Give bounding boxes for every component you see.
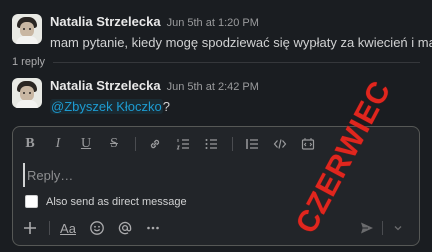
message-timestamp[interactable]: Jun 5th at 2:42 PM: [167, 79, 259, 95]
divider: [53, 61, 420, 63]
composer-actions: Aa: [21, 217, 411, 239]
send-icon[interactable]: [358, 219, 376, 237]
reply-input[interactable]: [23, 163, 407, 187]
strikethrough-icon[interactable]: S: [107, 136, 121, 151]
blockquote-icon[interactable]: [245, 137, 259, 151]
reply-count: 1 reply: [12, 56, 46, 68]
actions-divider: [49, 221, 50, 235]
bulleted-list-icon[interactable]: [204, 137, 218, 151]
toolbar-divider: [135, 137, 136, 151]
message-text: @Zbyszek Kłoczko?: [50, 99, 259, 115]
plus-icon[interactable]: [21, 219, 39, 237]
message-text: mam pytanie, kiedy mogę spodziewać się w…: [50, 35, 432, 50]
dm-checkbox-label[interactable]: Also send as direct message: [46, 196, 187, 208]
message: Natalia Strzelecka Jun 5th at 1:20 PM ma…: [12, 14, 432, 51]
link-icon[interactable]: [148, 137, 162, 151]
underline-icon[interactable]: U: [79, 136, 93, 151]
ordered-list-icon[interactable]: [176, 137, 190, 151]
italic-icon[interactable]: I: [51, 136, 65, 151]
message: Natalia Strzelecka Jun 5th at 2:42 PM @Z…: [12, 78, 259, 115]
bold-icon[interactable]: B: [23, 136, 37, 151]
send-controls: [358, 217, 407, 239]
message-body: Natalia Strzelecka Jun 5th at 2:42 PM @Z…: [50, 78, 259, 115]
chevron-down-icon[interactable]: [389, 219, 407, 237]
message-header: Natalia Strzelecka Jun 5th at 1:20 PM: [50, 14, 432, 31]
dm-checkbox[interactable]: [25, 195, 38, 208]
code-block-icon[interactable]: [301, 137, 315, 151]
direct-message-option[interactable]: Also send as direct message: [25, 195, 187, 208]
reply-composer: B I U S Reply… Also send as direct messa…: [12, 126, 420, 246]
author-name[interactable]: Natalia Strzelecka: [50, 78, 161, 94]
toolbar-divider: [232, 137, 233, 151]
user-mention[interactable]: @Zbyszek Kłoczko: [50, 99, 163, 114]
message-text-suffix: ?: [162, 99, 170, 114]
avatar[interactable]: [12, 78, 42, 108]
code-icon[interactable]: [273, 137, 287, 151]
reply-count-divider: 1 reply: [12, 56, 420, 68]
formatting-toolbar: B I U S: [23, 135, 329, 153]
message-header: Natalia Strzelecka Jun 5th at 2:42 PM: [50, 78, 259, 95]
text-format-icon[interactable]: Aa: [58, 219, 78, 237]
more-icon[interactable]: [144, 219, 162, 237]
thread-view: Natalia Strzelecka Jun 5th at 1:20 PM ma…: [0, 0, 432, 252]
author-name[interactable]: Natalia Strzelecka: [50, 14, 161, 30]
emoji-icon[interactable]: [88, 219, 106, 237]
send-divider: [382, 221, 383, 235]
avatar[interactable]: [12, 14, 42, 44]
message-timestamp[interactable]: Jun 5th at 1:20 PM: [167, 15, 259, 31]
message-body: Natalia Strzelecka Jun 5th at 1:20 PM ma…: [50, 14, 432, 51]
mention-icon[interactable]: [116, 219, 134, 237]
